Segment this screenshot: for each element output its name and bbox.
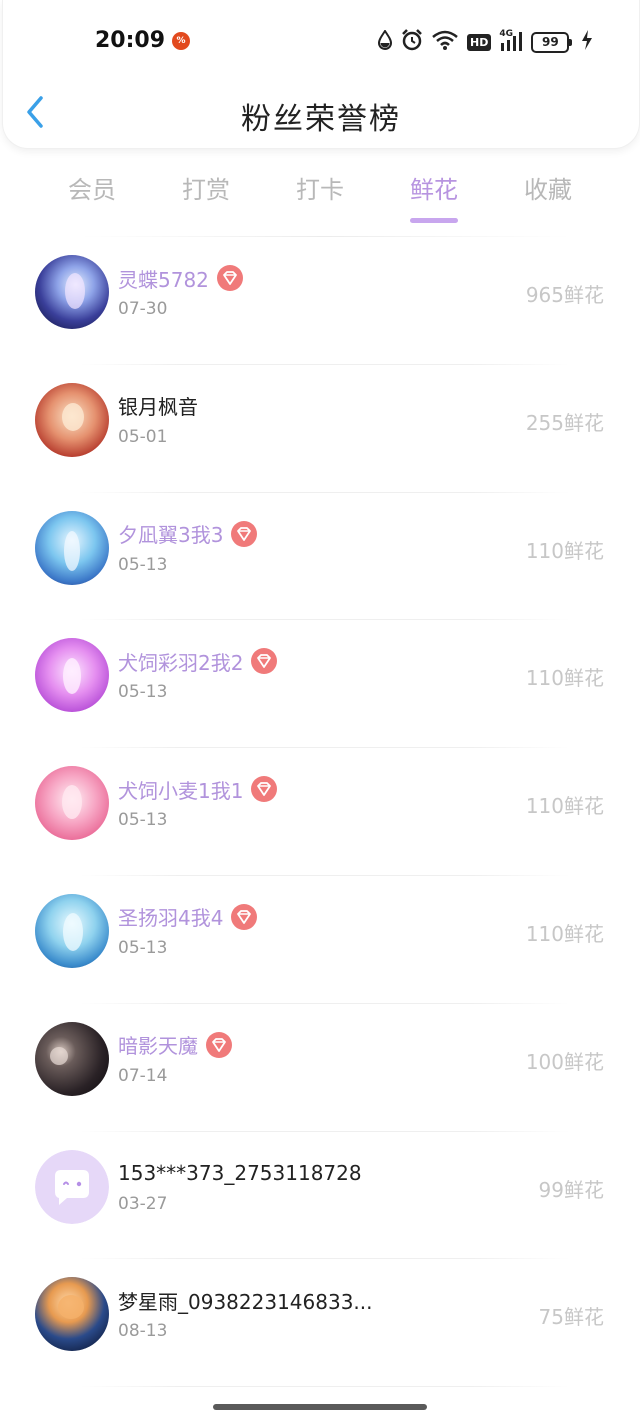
flower-count: 75鲜花: [538, 1305, 604, 1330]
tab-flowers[interactable]: 鲜花: [389, 170, 479, 223]
flower-count: 110鲜花: [525, 666, 604, 691]
flower-count: 100鲜花: [525, 1049, 604, 1074]
status-icons: HD 4G 99: [377, 29, 601, 55]
fan-date: 07-30: [118, 299, 168, 319]
page-title: 粉丝荣誉榜: [241, 102, 401, 137]
flower-count: 965鲜花: [525, 283, 604, 307]
list-item[interactable]: 暗影天魔 07-14 100鲜花: [0, 1004, 640, 1132]
battery-icon: 99: [531, 31, 573, 53]
fan-list: 灵蝶5782 07-30 965鲜花 银月枫音 05-01 255鲜花 夕凪翼3…: [0, 237, 640, 1387]
name-line: 暗影天魔: [118, 1030, 232, 1060]
fan-date: 08-13: [118, 1321, 168, 1342]
list-item[interactable]: 梦星雨_0938223146833... 08-13 75鲜花: [0, 1259, 640, 1387]
fan-date: 05-13: [118, 682, 168, 703]
avatar[interactable]: [35, 255, 109, 329]
avatar[interactable]: [35, 1277, 109, 1352]
diamond-badge-icon: [251, 648, 278, 675]
name-line: 灵蝶5782: [118, 263, 243, 293]
flower-count: 99鲜花: [538, 1177, 604, 1202]
tab-checkin[interactable]: 打卡: [275, 170, 365, 205]
diamond-badge-icon: [231, 520, 258, 547]
diamond-badge-icon: [231, 903, 258, 930]
fan-name: 圣扬羽4我4: [118, 906, 224, 931]
alarm-icon: [401, 29, 423, 55]
name-line: 153***373_2753118728: [118, 1158, 362, 1188]
list-item[interactable]: 夕凪翼3我3 05-13 110鲜花: [0, 493, 640, 621]
fan-name: 犬饲小麦1我1: [118, 778, 244, 803]
header: 20:09 % HD 4G 99 粉丝荣誉榜: [2, 0, 640, 149]
list-item[interactable]: 银月枫音 05-01 255鲜花: [0, 365, 640, 493]
fan-date: 05-01: [118, 426, 168, 447]
avatar[interactable]: [35, 893, 109, 968]
hd-icon: HD: [467, 33, 492, 51]
active-tab-indicator: [410, 218, 458, 223]
fan-date: 05-13: [118, 554, 168, 575]
fan-date: 05-13: [118, 810, 168, 831]
avatar[interactable]: [35, 510, 109, 585]
fan-name: 梦星雨_0938223146833...: [118, 1289, 373, 1314]
water-drop-icon: [377, 29, 393, 54]
flower-count: 255鲜花: [525, 410, 604, 435]
name-line: 梦星雨_0938223146833...: [118, 1285, 373, 1315]
wifi-icon: [431, 29, 459, 55]
diamond-badge-icon: [216, 265, 243, 291]
fan-date: 03-27: [118, 1193, 168, 1214]
fan-name: 暗影天魔: [118, 1034, 198, 1059]
avatar[interactable]: [35, 638, 109, 713]
home-indicator[interactable]: [213, 1404, 427, 1410]
fan-name: 灵蝶5782: [118, 267, 209, 292]
diamond-badge-icon: [251, 776, 278, 803]
charging-icon: [581, 30, 593, 54]
list-item[interactable]: 犬饲小麦1我1 05-13 110鲜花: [0, 748, 640, 876]
avatar[interactable]: [35, 766, 109, 841]
avatar[interactable]: [35, 1021, 109, 1096]
name-line: 犬饲彩羽2我2: [118, 646, 278, 676]
status-time: 20:09: [95, 28, 166, 53]
list-item[interactable]: 153***373_2753118728 03-27 99鲜花: [0, 1132, 640, 1260]
tab-favorites[interactable]: 收藏: [503, 170, 593, 205]
name-line: 夕凪翼3我3: [118, 519, 258, 549]
fan-date: 07-14: [118, 1065, 168, 1086]
fan-name: 银月枫音: [118, 395, 198, 420]
diamond-badge-icon: [206, 1031, 232, 1058]
list-item[interactable]: 灵蝶5782 07-30 965鲜花: [0, 237, 640, 365]
avatar[interactable]: [35, 382, 109, 457]
tab-tip[interactable]: 打赏: [161, 170, 251, 205]
tab-member[interactable]: 会员: [47, 170, 137, 205]
list-item[interactable]: 圣扬羽4我4 05-13 110鲜花: [0, 876, 640, 1004]
signal-icon: 4G: [499, 29, 523, 53]
name-line: 圣扬羽4我4: [118, 902, 258, 932]
fan-name: 夕凪翼3我3: [118, 523, 224, 548]
fan-date: 05-13: [118, 937, 168, 958]
status-bar: 20:09 % HD 4G 99: [3, 22, 639, 62]
flower-count: 110鲜花: [525, 921, 604, 946]
list-item[interactable]: 犬饲彩羽2我2 05-13 110鲜花: [0, 620, 640, 748]
name-line: 银月枫音: [118, 391, 198, 421]
tab-bar: 会员 打赏 打卡 鲜花 收藏: [0, 160, 640, 223]
name-line: 犬饲小麦1我1: [118, 774, 278, 804]
avatar[interactable]: [35, 1149, 109, 1224]
flower-count: 110鲜花: [525, 794, 604, 819]
fan-name: 153***373_2753118728: [118, 1160, 362, 1185]
app-notification-icon: %: [172, 32, 190, 50]
fan-name: 犬饲彩羽2我2: [118, 650, 244, 675]
flower-count: 110鲜花: [525, 538, 604, 563]
